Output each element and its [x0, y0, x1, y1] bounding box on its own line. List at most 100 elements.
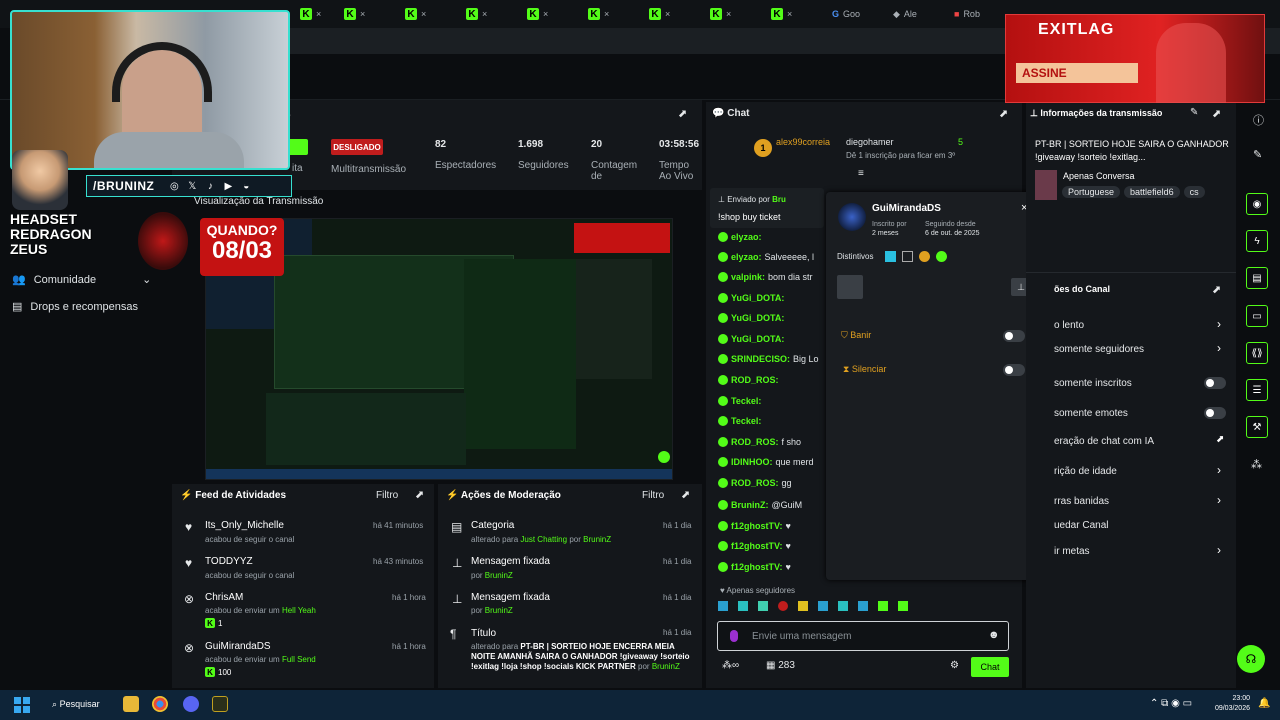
chat-message[interactable]: IDINHOO: que merd [718, 457, 814, 467]
chat-username[interactable]: Teckel: [731, 396, 761, 406]
chat-message[interactable]: YuGi_DOTA: [718, 313, 787, 323]
chat-message[interactable]: f12ghostTV: ♥ [718, 562, 791, 572]
users-icon[interactable]: ⁂ [1251, 458, 1262, 471]
feed-item-name[interactable]: Its_Only_Michelle [205, 520, 284, 531]
clipboard-icon[interactable]: ▤ [1246, 267, 1268, 289]
emote-icon[interactable] [858, 601, 868, 611]
tab-x-icon[interactable]: × [543, 9, 548, 19]
edit-icon[interactable]: ✎ [1190, 107, 1198, 118]
browser-tab[interactable]: K × [771, 5, 792, 23]
user-card-name[interactable]: GuiMirandaDS [872, 203, 941, 214]
tab-x-icon[interactable]: × [787, 9, 792, 19]
activity-filter-button[interactable]: Filtro [376, 490, 398, 501]
mod-item-user[interactable]: BruninZ [652, 662, 680, 671]
camera-icon[interactable]: ◉ [1246, 193, 1268, 215]
popout-icon[interactable]: ⬈ [681, 488, 690, 501]
message-icon[interactable]: ▭ [1246, 305, 1268, 327]
browser-tab[interactable]: K × [405, 5, 426, 23]
chat-username[interactable]: ROD_ROS: [731, 478, 779, 488]
chat-message[interactable]: f12ghostTV: ♥ [718, 521, 791, 531]
browser-tab[interactable]: G Goo [832, 5, 860, 23]
chat-message[interactable]: ROD_ROS: f sho [718, 437, 801, 447]
emote-icon[interactable] [818, 601, 828, 611]
chat-username[interactable]: YuGi_DOTA: [731, 313, 784, 323]
stream-category[interactable]: Apenas Conversa [1063, 171, 1135, 181]
chat-username[interactable]: ROD_ROS: [731, 375, 779, 385]
chat-username[interactable]: YuGi_DOTA: [731, 293, 784, 303]
chat-message[interactable]: YuGi_DOTA: [718, 334, 787, 344]
ban-toggle[interactable] [1003, 330, 1025, 342]
lightning-icon[interactable]: ϟ [1246, 230, 1268, 252]
chat-input[interactable]: Envie uma mensagem ☻ [717, 621, 1009, 651]
channel-mode-label[interactable]: uedar Canal [1054, 520, 1108, 531]
chrome-icon[interactable] [152, 696, 168, 712]
app-taskbar-icon[interactable] [212, 696, 228, 712]
mute-toggle[interactable] [1003, 364, 1025, 376]
tab-x-icon[interactable]: × [665, 9, 670, 19]
external-link-icon[interactable]: ⬈ [1216, 434, 1224, 445]
chevron-right-icon[interactable]: › [1217, 543, 1221, 557]
chat-username[interactable]: Teckel: [731, 416, 761, 426]
chat-username[interactable]: f12ghostTV: [731, 521, 783, 531]
info-icon[interactable]: ⓘ [1253, 112, 1264, 128]
mute-row[interactable]: ⧗ Silenciar [843, 364, 886, 375]
channel-mode-label[interactable]: rição de idade [1054, 466, 1117, 477]
channel-mode-label[interactable]: ir metas [1054, 546, 1090, 557]
popout-icon[interactable]: ⬈ [999, 107, 1008, 120]
chat-username[interactable]: elyzao: [731, 252, 762, 262]
tab-x-icon[interactable]: × [316, 9, 321, 19]
mod-item-user[interactable]: BruninZ [485, 606, 513, 615]
tag[interactable]: battlefield6 [1124, 186, 1180, 198]
moderation-filter-button[interactable]: Filtro [642, 490, 664, 501]
pinned-user[interactable]: Bru [772, 195, 786, 204]
chat-username[interactable]: BruninZ: [731, 500, 769, 510]
expand-icon[interactable]: ≡ [858, 168, 864, 179]
gifter-name[interactable]: diegohamer [846, 137, 894, 147]
feed-item-name[interactable]: TODDYYZ [205, 556, 253, 567]
multistream-status-badge[interactable]: DESLIGADO [331, 139, 383, 155]
discord-taskbar-icon[interactable] [183, 696, 199, 712]
chevron-right-icon[interactable]: › [1217, 493, 1221, 507]
chat-users-icon[interactable]: ⁂∞ [722, 660, 739, 671]
user-action-button[interactable] [837, 275, 863, 299]
tag[interactable]: Portuguese [1062, 186, 1121, 198]
notification-icon[interactable]: 🔔 [1258, 698, 1270, 709]
popout-icon[interactable]: ⬈ [678, 107, 687, 120]
chat-username[interactable]: ROD_ROS: [731, 437, 779, 447]
browser-tab[interactable]: K × [466, 5, 487, 23]
ad-subscribe-button[interactable]: ASSINE [1016, 63, 1138, 83]
browser-tab[interactable]: ■ Rob [954, 5, 980, 23]
chat-username[interactable]: IDINHOO: [731, 457, 773, 467]
browser-tab[interactable]: K × [649, 5, 670, 23]
file-explorer-icon[interactable] [123, 696, 139, 712]
tab-x-icon[interactable]: × [604, 9, 609, 19]
windows-start-icon[interactable] [14, 697, 30, 713]
chevron-right-icon[interactable]: › [1217, 463, 1221, 477]
browser-tab[interactable]: K × [527, 5, 548, 23]
taskbar-clock[interactable]: 23:00 09/03/2026 [1208, 694, 1250, 714]
wrench-icon[interactable]: ⚒ [1246, 416, 1268, 438]
chat-message[interactable]: BruninZ: @GuiM [718, 500, 802, 510]
gear-icon[interactable]: ⚙ [950, 660, 959, 671]
ban-row[interactable]: ⛉ Banir [841, 330, 871, 341]
chat-message[interactable]: valpink: bom dia str [718, 272, 813, 282]
pencil-icon[interactable]: ✎ [1253, 148, 1262, 161]
chat-username[interactable]: YuGi_DOTA: [731, 334, 784, 344]
feed-item-name[interactable]: ChrisAM [205, 592, 243, 603]
channel-mode-label[interactable]: eração de chat com IA [1054, 436, 1154, 447]
feed-item-name[interactable]: GuiMirandaDS [205, 641, 271, 652]
list-icon[interactable]: ☰ [1246, 379, 1268, 401]
browser-tab[interactable]: K × [344, 5, 365, 23]
emote-icon[interactable] [878, 601, 888, 611]
browser-tab[interactable]: K × [588, 5, 609, 23]
mod-item-user[interactable]: BruninZ [485, 571, 513, 580]
points-display[interactable]: ▦ 283 [766, 660, 795, 671]
chat-message[interactable]: ROD_ROS: [718, 375, 782, 385]
channel-mode-label[interactable]: somente emotes [1054, 408, 1128, 419]
mod-item-user[interactable]: BruninZ [583, 535, 611, 544]
channel-mode-label[interactable]: somente seguidores [1054, 344, 1144, 355]
sidebar-item-community[interactable]: 👥 Comunidade ⌄ [12, 273, 151, 287]
tab-x-icon[interactable]: × [482, 9, 487, 19]
emote-icon[interactable] [718, 601, 728, 611]
broadcast-icon[interactable]: ⟪⟫ [1246, 342, 1268, 364]
